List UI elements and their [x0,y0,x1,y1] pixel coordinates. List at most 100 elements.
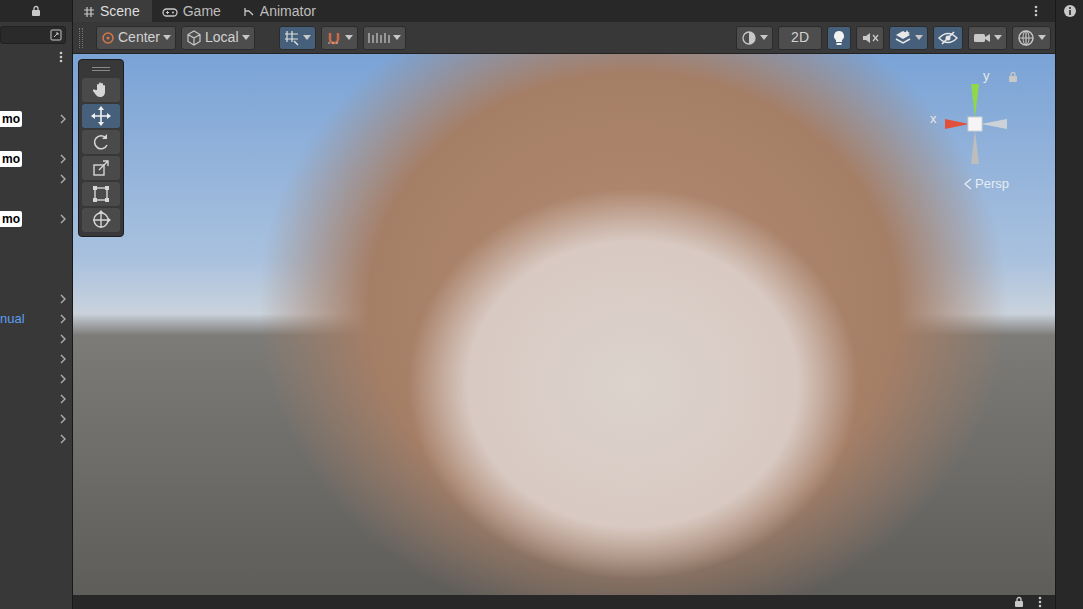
tab-label[interactable]: Game [183,1,221,22]
hierarchy-row[interactable]: mo [0,109,72,129]
hierarchy-row[interactable] [0,229,72,249]
hierarchy-row[interactable] [0,249,72,269]
info-icon[interactable] [1063,4,1077,18]
menu-icon[interactable] [1033,0,1055,22]
move-icon [91,106,111,126]
scale-tool-button[interactable] [82,156,120,180]
light-toggle[interactable] [827,26,851,50]
row-label[interactable]: mo [0,211,22,227]
search-window-icon[interactable] [50,29,62,41]
dropdown-caret-icon [994,35,1002,41]
transform-icon [91,210,111,230]
move-tool-button[interactable] [82,104,120,128]
toggle-label: 2D [783,27,817,48]
hierarchy-row[interactable] [0,349,72,369]
hierarchy-row[interactable]: nual [0,309,72,329]
hierarchy-row[interactable] [0,429,72,449]
dropdown-caret-icon [303,35,311,41]
gizmos-toggle[interactable] [1012,26,1051,50]
bottom-strip [73,595,1055,609]
hierarchy-row[interactable] [0,189,72,209]
tab-label[interactable]: Scene [100,1,140,22]
x-axis-label: x [930,112,937,126]
transform-tool-button[interactable] [82,208,120,232]
expand-chevron-icon[interactable] [59,294,67,304]
expand-chevron-icon[interactable] [59,174,67,184]
menu-icon[interactable] [1037,595,1043,609]
expand-chevron-icon[interactable] [59,354,67,364]
camera-toggle[interactable] [968,26,1007,50]
expand-chevron-icon[interactable] [59,314,67,324]
hierarchy-row[interactable] [0,129,72,149]
mode2d-toggle[interactable]: 2D [778,26,822,50]
lock-icon[interactable] [1007,71,1019,83]
effects-toggle[interactable] [889,26,928,50]
hierarchy-list: mo mo mo nual [0,109,72,449]
audio-icon [861,31,879,45]
expand-chevron-icon[interactable] [59,214,67,224]
expand-chevron-icon[interactable] [59,334,67,344]
hidden-icon [938,31,958,45]
dropdown-caret-icon [915,35,923,41]
button-label: Center [118,27,160,48]
hierarchy-header [0,0,72,22]
rotate-icon [92,133,110,151]
row-label[interactable]: mo [0,111,22,127]
shading-toggle[interactable] [736,26,773,50]
hierarchy-row[interactable] [0,369,72,389]
hierarchy-search-field[interactable] [0,26,66,44]
toolbar-grip[interactable] [79,28,83,48]
lock-icon[interactable] [1013,596,1025,608]
game-icon [162,6,178,18]
orientation-gizmo[interactable]: yxPersp [923,66,1033,196]
palette-grip[interactable] [82,62,120,76]
unity-editor: mo mo mo nual Scene Game Animator Center Local… [0,0,1083,609]
lock-icon[interactable] [30,5,42,17]
hierarchy-row[interactable] [0,389,72,409]
expand-chevron-icon[interactable] [59,374,67,384]
tab-label[interactable]: Animator [260,1,316,22]
tab-bar-fill [328,0,1033,22]
grid-icon [284,30,300,46]
hierarchy-row[interactable] [0,269,72,289]
button-label: Local [205,27,238,48]
axes-icon[interactable] [945,82,1015,174]
dropdown-caret-icon [242,35,250,41]
hierarchy-row[interactable] [0,169,72,189]
effects-icon [894,30,912,46]
perspective-arrow-icon [963,178,973,190]
view-tab[interactable]: Scene [73,0,152,22]
expand-chevron-icon[interactable] [59,154,67,164]
menu-icon[interactable] [58,50,64,64]
scale-icon [92,159,110,177]
snap-toggle[interactable] [321,26,358,50]
rotate-tool-button[interactable] [82,130,120,154]
hierarchy-row[interactable]: mo [0,149,72,169]
expand-chevron-icon[interactable] [59,434,67,444]
increment-toggle[interactable] [363,26,406,50]
rect-tool-button[interactable] [82,182,120,206]
hierarchy-row[interactable]: mo [0,209,72,229]
hidden-toggle[interactable] [933,26,963,50]
view-tab[interactable]: Animator [233,0,328,22]
expand-chevron-icon[interactable] [59,394,67,404]
row-label[interactable]: mo [0,151,22,167]
hand-tool-button[interactable] [82,78,120,102]
audio-toggle[interactable] [856,26,884,50]
grid-toggle[interactable] [279,26,316,50]
row-label[interactable]: nual [0,311,25,327]
hierarchy-row[interactable] [0,329,72,349]
dropdown-caret-icon [163,35,171,41]
expand-chevron-icon[interactable] [59,114,67,124]
space-dropdown[interactable]: Local [181,26,254,50]
hierarchy-row[interactable] [0,289,72,309]
expand-chevron-icon[interactable] [59,414,67,424]
scene-icon [83,6,95,18]
increment-icon [368,31,390,45]
projection-toggle[interactable]: Persp [963,176,1009,192]
hierarchy-row[interactable] [0,409,72,429]
space-icon [186,30,202,46]
scene-viewport[interactable]: yxPersp [73,54,1055,595]
view-tab[interactable]: Game [152,0,233,22]
pivot-dropdown[interactable]: Center [96,26,176,50]
